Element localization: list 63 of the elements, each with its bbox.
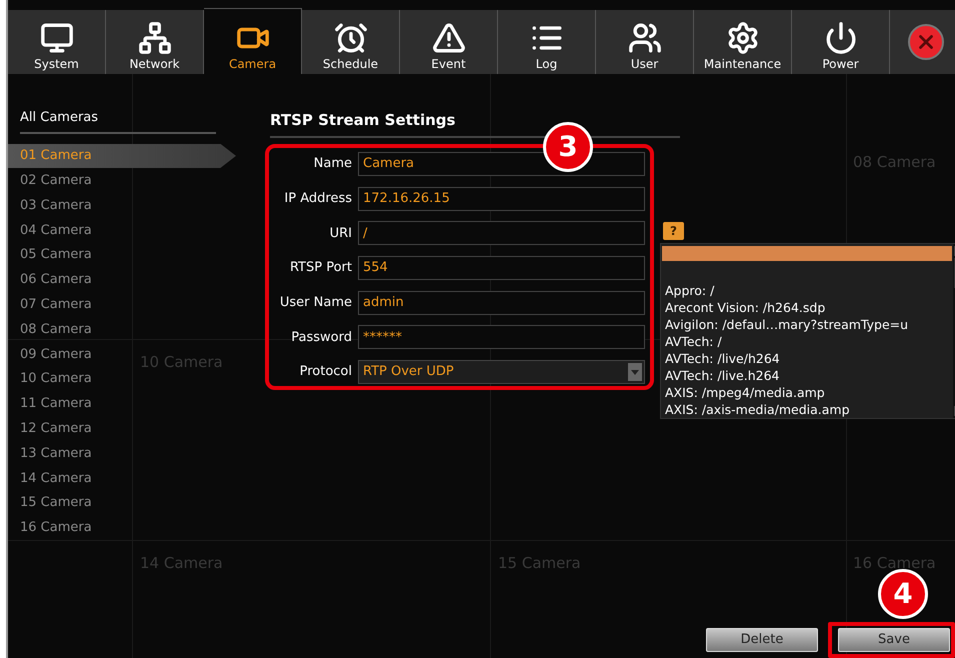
uri-suggestion-item[interactable]: AVTech: /: [661, 333, 953, 350]
camera-list-item[interactable]: 09 Camera: [8, 342, 96, 367]
camera-list-item[interactable]: 07 Camera: [8, 292, 96, 318]
step-number-badge: 3: [543, 122, 593, 172]
uri-suggestion-item[interactable]: Arecont Vision: /h264.sdp: [661, 299, 953, 316]
field-label: Name: [312, 155, 352, 174]
camera-list-item[interactable]: 06 Camera: [8, 267, 96, 292]
camera-list-item[interactable]: 04 Camera: [8, 218, 96, 243]
users-icon: [628, 21, 662, 55]
nav-tab[interactable]: Event: [400, 10, 498, 74]
uri-suggestion-item[interactable]: AXIS: /axis-media/media.amp: [661, 401, 953, 418]
field-label: Protocol: [298, 363, 352, 382]
alarm-clock-icon: [334, 21, 368, 55]
text-input[interactable]: 172.16.26.15: [358, 186, 645, 211]
field-label: URI: [328, 224, 352, 243]
warning-icon: [432, 21, 466, 55]
power-icon: [824, 21, 858, 55]
nav-tab[interactable]: Schedule: [302, 10, 400, 74]
text-input[interactable]: ******: [358, 325, 645, 350]
camera-list-item[interactable]: 02 Camera: [8, 168, 96, 194]
camera-list-item[interactable]: 05 Camera: [8, 242, 96, 268]
camera-list-item[interactable]: 08 Camera: [8, 317, 96, 342]
nav-tab[interactable]: Power: [792, 10, 890, 74]
uri-suggestion-item[interactable]: AXIS: /mpeg4/media.amp: [661, 384, 953, 401]
camera-list-item[interactable]: 13 Camera: [8, 441, 96, 466]
nav-tab[interactable]: User: [596, 10, 694, 74]
camera-list-item[interactable]: 10 Camera: [8, 366, 96, 392]
camera-list-item[interactable]: 15 Camera: [8, 490, 96, 516]
settings-icon: [726, 21, 760, 55]
text-input[interactable]: /: [358, 221, 645, 246]
list-highlight-row[interactable]: [662, 246, 952, 261]
field-label: RTSP Port: [288, 259, 352, 278]
close-button[interactable]: [908, 24, 944, 60]
uri-suggestion-item[interactable]: AVTech: /live.h264: [661, 367, 953, 384]
field-label: IP Address: [283, 190, 352, 208]
camera-list-item[interactable]: 03 Camera: [8, 193, 96, 218]
help-button[interactable]: ?: [663, 222, 684, 240]
delete-button[interactable]: Delete: [706, 628, 818, 652]
nav-tab[interactable]: Log: [498, 10, 596, 74]
nav-tab[interactable]: Camera: [204, 8, 302, 74]
nav-tab[interactable]: Network: [106, 10, 204, 74]
nav-tab[interactable]: Maintenance: [694, 10, 792, 74]
field-label: Password: [290, 328, 352, 347]
nav-tab[interactable]: System: [8, 10, 106, 74]
monitor-icon: [40, 21, 74, 55]
network-icon: [138, 21, 172, 55]
caret-icon: [628, 363, 642, 382]
sidebar-title: All Cameras: [20, 108, 216, 134]
uri-suggestion-item[interactable]: Appro: /: [661, 282, 953, 299]
camera-list-item[interactable]: 14 Camera: [8, 466, 96, 491]
section-title: RTSP Stream Settings: [270, 111, 456, 129]
camera-list-item[interactable]: 01 Camera: [8, 144, 236, 168]
uri-suggestion-item[interactable]: AVTech: /live/h264: [661, 350, 953, 367]
step-number-badge: 4: [878, 569, 928, 619]
text-input[interactable]: admin: [358, 290, 645, 315]
uri-suggestion-item[interactable]: Avigilon: /defaul…mary?streamType=u: [661, 316, 953, 333]
camera-list-item[interactable]: 16 Camera: [8, 515, 96, 540]
camera-list-item[interactable]: 11 Camera: [8, 391, 96, 416]
camera-list-item[interactable]: 12 Camera: [8, 416, 96, 442]
text-input[interactable]: 554: [358, 256, 645, 280]
save-button[interactable]: Save: [838, 628, 950, 652]
field-label: User Name: [278, 294, 352, 312]
protocol-dropdown[interactable]: RTP Over UDP: [358, 360, 645, 384]
